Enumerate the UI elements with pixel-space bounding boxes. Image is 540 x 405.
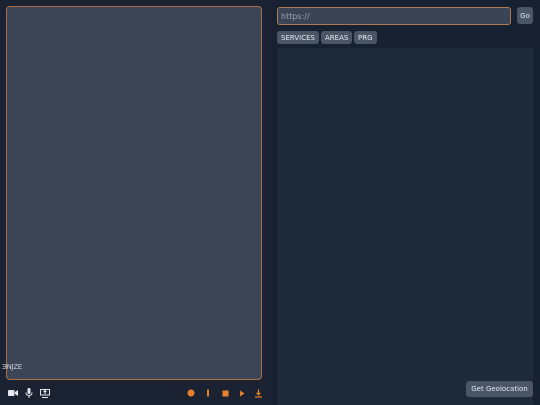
- mode-label: ЭNJZE: [2, 363, 22, 371]
- app-root: ЭNJZE https:// Go SERVICES AREAS PRG Get…: [0, 0, 540, 405]
- camera-icon[interactable]: [7, 387, 19, 399]
- content-panel: [277, 48, 533, 405]
- screen-share-icon[interactable]: [39, 387, 51, 399]
- get-geolocation-button[interactable]: Get Geolocation: [466, 381, 533, 397]
- video-pane: ЭNJZE: [0, 0, 270, 405]
- play-icon[interactable]: [236, 387, 248, 399]
- record-icon[interactable]: [185, 387, 197, 399]
- tab-prg[interactable]: PRG: [354, 31, 377, 44]
- video-preview: [6, 6, 262, 380]
- url-input[interactable]: [277, 7, 511, 25]
- pause-icon[interactable]: [202, 387, 214, 399]
- microphone-icon[interactable]: [23, 387, 35, 399]
- stop-icon[interactable]: [219, 387, 231, 399]
- go-button[interactable]: Go: [517, 7, 533, 24]
- tab-areas[interactable]: AREAS: [321, 31, 353, 44]
- tab-services[interactable]: SERVICES: [277, 31, 319, 44]
- download-icon[interactable]: [252, 387, 264, 399]
